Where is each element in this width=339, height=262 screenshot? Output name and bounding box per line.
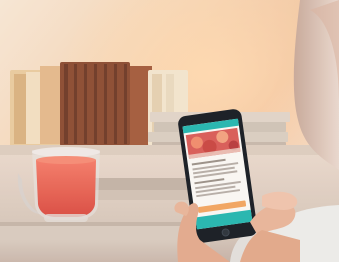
photo-scene [0, 0, 339, 262]
photo-overlay [0, 0, 339, 262]
